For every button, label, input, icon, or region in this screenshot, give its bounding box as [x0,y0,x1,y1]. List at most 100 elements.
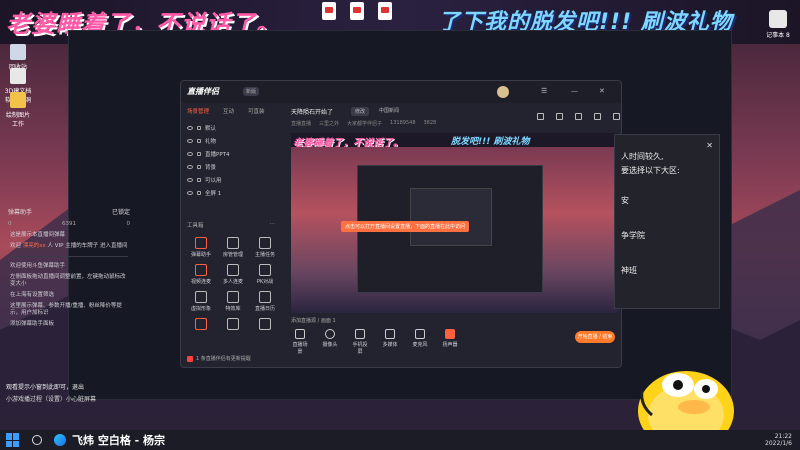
scene-item[interactable]: 可以用 [187,173,277,186]
menu-icon[interactable]: ☰ [541,87,547,95]
eye-icon[interactable] [187,164,193,169]
scene-label: 礼物 [205,138,217,145]
toolbar-speaker[interactable]: 扬声器 [441,329,459,355]
tool-pk[interactable]: PK对战 [249,264,281,285]
toolbar-media[interactable]: 多媒体 [381,329,399,355]
scene-label: 可以用 [205,177,222,184]
avatar[interactable] [497,86,509,98]
toolbar-scene[interactable]: 直播场景 [291,329,309,355]
toolbar-mirror[interactable]: 手机投屏 [351,329,369,355]
notice-line-1: 观看提示小窗到此即可，退出 [6,384,85,391]
eye-icon[interactable] [187,151,193,156]
region-select-dialog: ✕ 人时间较久, 要选择以下大区: 安 争学院 神班 [614,134,720,309]
share-icon[interactable] [556,113,563,120]
version-badge[interactable]: 新版 [243,87,260,96]
tool-extra-2[interactable] [217,318,249,332]
chat-divider [10,256,128,257]
app-logo: 直播伴侣 [187,87,219,96]
lock-icon[interactable] [197,177,201,182]
preview-banner: 老婆睡着了，不说话了。 脱发吧!!! 刷波礼物 [291,133,617,149]
eye-icon[interactable] [187,190,193,195]
source-label[interactable]: 添加直播源 / 画面 1 [291,317,336,324]
pk-icon [259,264,271,276]
chat-tip: 左侧面板拖动直播间调整前置，左键拖动鼠标改变大小 [10,274,126,287]
room-info-bar: 天降陨石开始了 修改 中国新闻 直播直播 三里之外 大家都学伴侣子 131895… [291,105,620,135]
scene-item[interactable]: 直播PPT4 [187,147,277,160]
pdf-file-icon[interactable] [322,2,336,20]
dialog-text: 要选择以下大区: [621,166,680,175]
bell-icon[interactable] [594,113,601,120]
tool-label: 弹幕助手 [190,252,211,258]
star-icon[interactable] [613,113,620,120]
close-icon[interactable]: ✕ [706,141,713,150]
start-menu-icon[interactable] [6,433,20,447]
stream-preview[interactable]: 老婆睡着了，不说话了。 脱发吧!!! 刷波礼物 点击可以打开直播间设置直播，下面… [291,133,617,313]
tool-extra-3[interactable] [249,318,281,332]
tool-tasks[interactable]: 主播任务 [249,237,281,258]
tool-avatar[interactable]: 虚拟形象 [185,291,217,312]
room-title[interactable]: 天降陨石开始了 [291,107,333,116]
pdf-file-icon[interactable] [350,2,364,20]
tool-label: 房管管理 [222,252,243,258]
scene-label: 默认 [205,125,217,132]
scene-item[interactable]: 全屏 1 [187,186,277,199]
eye-icon[interactable] [187,125,193,130]
eye-icon[interactable] [187,138,193,143]
toolbox-title: 工具箱 [187,223,204,229]
lock-icon[interactable] [537,113,544,120]
system-clock[interactable]: 21:22 2022/1/6 [765,433,792,447]
start-live-button[interactable]: 开始直播 / 结束 [575,331,615,343]
pdf-file-icon[interactable] [378,2,392,20]
alert-icon [187,355,193,362]
lock-icon[interactable] [197,164,201,169]
toolbox-header: 工具箱 ⋯ [187,221,275,229]
scene-item[interactable]: 背景 [187,160,277,173]
scene-item[interactable]: 默认 [187,121,277,134]
edit-button[interactable]: 修改 [351,107,370,116]
toolbar-mic[interactable]: 麦克风 [411,329,429,355]
document-icon [10,68,26,84]
lock-icon[interactable] [197,190,201,195]
chat-status[interactable]: 已锁定 [112,207,130,216]
edge-browser-icon[interactable] [54,434,66,446]
tab-install[interactable]: 可直装 [248,107,265,115]
tool-danmaku[interactable]: 弹幕助手 [185,237,217,258]
tool-extra-1[interactable] [185,318,217,332]
region-option[interactable]: 争学院 [621,230,645,241]
preview-banner-right: 脱发吧!!! 刷波礼物 [451,137,530,147]
lock-icon[interactable] [197,138,201,143]
region-option[interactable]: 神班 [621,265,637,276]
toolbar-camera[interactable]: 摄像头 [321,329,339,355]
desktop-icon-label: 绘制图片工作 [5,112,30,128]
settings-icon[interactable] [575,113,582,120]
tab-scenes[interactable]: 场景管理 [187,107,209,115]
gift-count: 0 [126,221,131,227]
tool-video-link[interactable]: 视频连麦 [185,264,217,285]
desktop-icon-folder[interactable]: 绘制图片工作 [4,92,32,128]
desktop-icon-recycle[interactable]: 回收站 [4,44,32,71]
desktop-icon-notepad[interactable]: 记事本 8 [758,10,798,39]
room-category[interactable]: 中国新闻 [379,107,399,114]
eye-icon[interactable] [187,177,193,182]
lock-icon[interactable] [197,151,201,156]
tab-interact[interactable]: 互动 [223,107,234,115]
region-option[interactable]: 安 [621,195,629,206]
tool-effects[interactable]: 特效库 [217,291,249,312]
tool-multi-link[interactable]: 多人连麦 [217,264,249,285]
microphone-icon [415,329,425,339]
search-icon[interactable] [32,435,42,445]
more-icon[interactable]: ⋯ [270,221,276,229]
minimize-icon[interactable]: — [571,87,578,95]
mask-icon [195,291,207,303]
tool-room-admin[interactable]: 房管管理 [217,237,249,258]
close-icon[interactable]: ✕ [599,87,605,95]
tool-calendar[interactable]: 直播日历 [249,291,281,312]
scene-icon [295,329,305,339]
effects-icon [227,291,239,303]
tool-label: PK对战 [256,279,274,285]
room-meta-item: 直播直播 [291,121,312,127]
update-notice[interactable]: 1 条直播伴侣有更新提醒 [187,355,251,362]
scene-item[interactable]: 礼物 [187,134,277,147]
play-icon [385,329,395,339]
lock-icon[interactable] [197,125,201,130]
